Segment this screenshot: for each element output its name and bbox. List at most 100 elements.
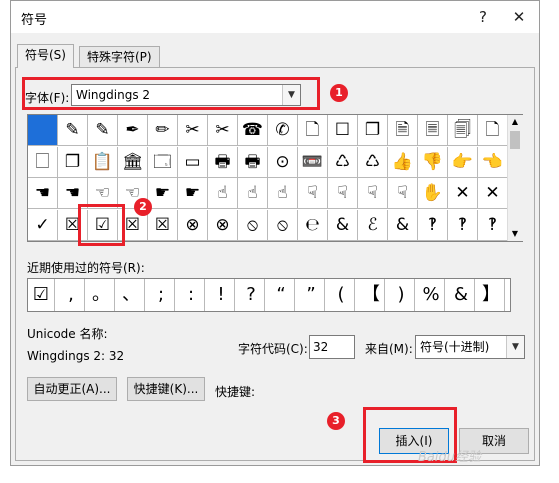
- recent-symbol-cell[interactable]: ?: [238, 279, 265, 311]
- symbol-cell[interactable]: ✆: [268, 115, 298, 146]
- symbol-cell[interactable]: ✂: [178, 115, 208, 146]
- symbol-cell[interactable]: [28, 115, 58, 146]
- recent-symbol-cell[interactable]: 。: [88, 279, 115, 311]
- symbol-cell[interactable]: ✕: [448, 178, 478, 209]
- symbol-grid-scrollbar[interactable]: ▲ ▼: [507, 115, 523, 241]
- symbol-cell[interactable]: 🗋: [478, 115, 508, 146]
- title-bar: 符号 ? ✕: [11, 1, 539, 33]
- symbol-cell[interactable]: ♺: [358, 146, 388, 178]
- symbol-cell[interactable]: ☟: [328, 178, 358, 209]
- recent-symbol-cell[interactable]: !: [208, 279, 235, 311]
- char-code-label: 字符代码(C):: [238, 342, 308, 356]
- symbol-cell[interactable]: ☟: [388, 178, 418, 209]
- symbol-cell[interactable]: &: [328, 209, 358, 241]
- recent-symbol-cell[interactable]: :: [178, 279, 205, 311]
- symbol-cell[interactable]: ⦸: [268, 209, 298, 241]
- symbol-cell[interactable]: ♺: [328, 146, 358, 178]
- scroll-thumb[interactable]: [510, 131, 520, 149]
- symbol-cell[interactable]: ☟: [358, 178, 388, 209]
- chevron-down-icon: ▼: [506, 336, 524, 358]
- symbol-cell[interactable]: ❐: [58, 146, 88, 178]
- symbol-cell[interactable]: ☟: [298, 178, 328, 209]
- symbol-cell[interactable]: ✓: [28, 209, 58, 241]
- symbol-cell[interactable]: ☜: [88, 178, 118, 209]
- recent-symbol-cell[interactable]: &: [448, 279, 475, 311]
- symbol-cell[interactable]: ✎: [88, 115, 118, 146]
- symbol-cell[interactable]: ‽: [448, 209, 478, 241]
- symbol-cell[interactable]: ⊗: [208, 209, 238, 241]
- symbol-cell[interactable]: 👍: [388, 146, 418, 178]
- symbol-cell[interactable]: ✒: [118, 115, 148, 146]
- symbol-cell[interactable]: 🖶: [208, 146, 238, 178]
- recent-symbol-cell[interactable]: 】: [478, 279, 505, 311]
- symbol-cell[interactable]: ☑: [88, 209, 118, 241]
- recent-symbol-cell[interactable]: ;: [148, 279, 175, 311]
- symbol-cell[interactable]: ✂: [208, 115, 238, 146]
- symbol-cell[interactable]: ✕: [478, 178, 508, 209]
- symbol-cell[interactable]: ✋: [418, 178, 448, 209]
- symbol-cell[interactable]: ❐: [358, 115, 388, 146]
- symbol-cell[interactable]: 🗋: [298, 115, 328, 146]
- recent-symbol-cell[interactable]: 【: [358, 279, 385, 311]
- symbol-cell[interactable]: ℮: [298, 209, 328, 241]
- symbol-cell[interactable]: 🗎: [388, 115, 418, 146]
- recent-symbol-cell[interactable]: “: [268, 279, 295, 311]
- symbol-cell[interactable]: ▭: [178, 146, 208, 178]
- symbol-cell[interactable]: ☒: [58, 209, 88, 241]
- font-select[interactable]: Wingdings 2 ▼: [71, 84, 301, 106]
- scroll-down-icon[interactable]: ▼: [510, 229, 520, 239]
- symbol-cell[interactable]: ℰ: [358, 209, 388, 241]
- recent-symbol-cell[interactable]: ☑: [28, 279, 55, 311]
- from-select[interactable]: 符号(十进制) ▼: [415, 335, 525, 359]
- symbol-cell[interactable]: ☚: [28, 178, 58, 209]
- symbol-cell[interactable]: 👎: [418, 146, 448, 178]
- shortcut-key-button[interactable]: 快捷键(K)...: [127, 377, 205, 401]
- recent-symbol-cell[interactable]: ): [388, 279, 415, 311]
- symbol-cell[interactable]: 👉: [448, 146, 478, 178]
- symbol-grid: ✎ ✎ ✒ ✏ ✂ ✂ ☎ ✆ 🗋 ☐ ❐ 🗎 🗏 🗐 🗋 🗌 ❐ 📋 🏛 🗔 ▭ 🖶 🖶 ⊙ 📼 ♺ ♺ 👍 👎 👉 👈 ☚ ☚ ☜ ☜ ☛ ☛ ☝ ☝ ☝…: [27, 114, 523, 242]
- recent-symbols-label: 近期使用过的符号(R):: [27, 261, 145, 275]
- symbol-cell[interactable]: ☎: [238, 115, 268, 146]
- symbol-cell[interactable]: ☚: [58, 178, 88, 209]
- scroll-up-icon[interactable]: ▲: [510, 117, 520, 127]
- symbol-cell[interactable]: ☝: [208, 178, 238, 209]
- symbol-cell[interactable]: ⊗: [178, 209, 208, 241]
- autocorrect-button[interactable]: 自动更正(A)...: [27, 377, 117, 401]
- symbol-cell[interactable]: &: [388, 209, 418, 241]
- recent-symbol-cell[interactable]: ”: [298, 279, 325, 311]
- symbol-cell[interactable]: 📼: [298, 146, 328, 178]
- tab-special-characters[interactable]: 特殊字符(P): [79, 46, 160, 68]
- symbol-cell[interactable]: ☛: [178, 178, 208, 209]
- dialog-title: 符号: [21, 13, 48, 28]
- symbol-cell[interactable]: 🗐: [448, 115, 478, 146]
- recent-symbol-cell[interactable]: ,: [58, 279, 85, 311]
- symbol-cell[interactable]: ✎: [58, 115, 88, 146]
- tab-symbols[interactable]: 符号(S): [17, 44, 74, 68]
- unicode-name-value: Wingdings 2: 32: [27, 349, 125, 363]
- symbol-cell[interactable]: ☐: [328, 115, 358, 146]
- annotation-badge-3: 3: [327, 412, 345, 430]
- symbol-cell[interactable]: ☝: [268, 178, 298, 209]
- symbol-cell[interactable]: ☒: [148, 209, 178, 241]
- symbol-cell[interactable]: ☛: [148, 178, 178, 209]
- symbol-cell[interactable]: ⊙: [268, 146, 298, 178]
- symbol-cell[interactable]: ✏: [148, 115, 178, 146]
- recent-symbol-cell[interactable]: %: [418, 279, 445, 311]
- symbol-cell[interactable]: ‽: [418, 209, 448, 241]
- symbol-cell[interactable]: 🖶: [238, 146, 268, 178]
- help-button[interactable]: ?: [473, 7, 493, 27]
- recent-symbol-cell[interactable]: 、: [118, 279, 145, 311]
- char-code-input[interactable]: 32: [309, 335, 355, 359]
- recent-symbol-cell[interactable]: (: [328, 279, 355, 311]
- symbol-cell[interactable]: 📋: [88, 146, 118, 178]
- unicode-name-label: Unicode 名称:: [27, 327, 108, 341]
- symbol-cell[interactable]: ☝: [238, 178, 268, 209]
- symbol-cell[interactable]: ⦸: [238, 209, 268, 241]
- symbol-cell[interactable]: ‽: [478, 209, 508, 241]
- symbol-cell[interactable]: 🗌: [28, 146, 58, 178]
- symbol-cell[interactable]: 🏛: [118, 146, 148, 178]
- symbol-cell[interactable]: 👈: [478, 146, 508, 178]
- symbol-cell[interactable]: 🗏: [418, 115, 448, 146]
- close-button[interactable]: ✕: [509, 7, 529, 27]
- symbol-cell[interactable]: 🗔: [148, 146, 178, 178]
